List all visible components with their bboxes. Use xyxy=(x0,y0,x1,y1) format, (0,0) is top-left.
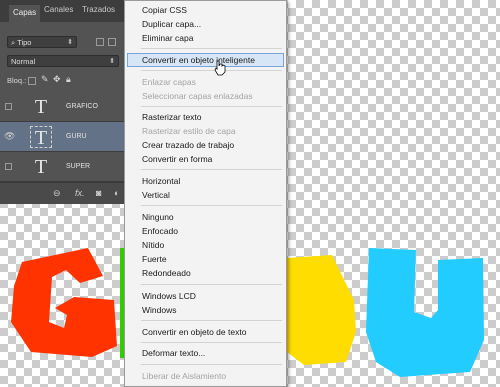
menu-separator xyxy=(141,169,282,170)
menu-item-windows[interactable]: Windows xyxy=(125,303,286,317)
blend-mode-select[interactable]: Normal ⬍ xyxy=(7,55,119,67)
menu-item-select-linked-layers[interactable]: Seleccionar capas enlazadas xyxy=(125,89,286,103)
letter-g-red xyxy=(11,248,117,357)
menu-item-horizontal[interactable]: Horizontal xyxy=(125,174,286,188)
fx-icon[interactable]: fx. xyxy=(75,188,85,198)
layer-row-guru[interactable]: 👁︎ T GURU xyxy=(0,122,127,152)
menu-item-antialias-crisp[interactable]: Nítido xyxy=(125,238,286,252)
filter-kind-select[interactable]: ⌕ Tipo ⬍ xyxy=(7,36,77,48)
layer-context-menu: Copiar CSS Duplicar capa... Eliminar cap… xyxy=(124,0,287,387)
layer-row-super[interactable]: T SUPER xyxy=(0,152,127,182)
menu-item-vertical[interactable]: Vertical xyxy=(125,188,286,202)
menu-item-convert-to-point-text[interactable]: Convertir en objeto de texto xyxy=(125,325,286,339)
tab-trazados[interactable]: Trazados xyxy=(82,5,115,14)
filter-kind-label: Tipo xyxy=(17,38,32,47)
menu-separator xyxy=(141,364,282,365)
text-layer-thumbnail-icon: T xyxy=(34,96,48,118)
filter-adjust-icon[interactable] xyxy=(108,38,116,46)
text-layer-thumbnail-icon: T xyxy=(30,126,52,149)
menu-separator xyxy=(141,320,282,321)
menu-item-release-isolation[interactable]: Liberar de Aislamiento xyxy=(125,369,286,383)
tab-canales[interactable]: Canales xyxy=(44,5,73,14)
layer-name[interactable]: GRAFICO xyxy=(66,103,98,110)
menu-item-create-work-path[interactable]: Crear trazado de trabajo xyxy=(125,138,286,152)
menu-item-antialias-none[interactable]: Ninguno xyxy=(125,210,286,224)
menu-item-antialias-smooth[interactable]: Redondeado xyxy=(125,266,286,280)
lock-all-icon[interactable]: 🔒︎ xyxy=(66,74,71,85)
lock-position-icon[interactable]: ✥ xyxy=(53,74,61,85)
visibility-toggle-off[interactable] xyxy=(5,163,12,170)
lock-label: Bloq.: xyxy=(7,76,27,85)
menu-item-delete-layer[interactable]: Eliminar capa xyxy=(125,31,286,45)
mouse-pointer-icon xyxy=(214,60,226,76)
menu-separator xyxy=(141,205,282,206)
adjustment-layer-icon[interactable]: ◐ xyxy=(114,188,119,198)
menu-separator xyxy=(141,106,282,107)
eye-icon[interactable]: 👁︎ xyxy=(4,132,15,141)
lock-transparency-icon[interactable] xyxy=(28,77,36,85)
menu-item-copy-css[interactable]: Copiar CSS xyxy=(125,3,286,17)
mask-icon[interactable]: ◙ xyxy=(96,188,101,198)
menu-separator xyxy=(141,284,282,285)
menu-item-convert-smart-object[interactable]: Convertir en objeto inteligente xyxy=(127,53,284,67)
menu-item-convert-to-shape[interactable]: Convertir en forma xyxy=(125,152,286,166)
menu-item-rasterize-layer-style[interactable]: Rasterizar estilo de capa xyxy=(125,124,286,138)
menu-item-rasterize-text[interactable]: Rasterizar texto xyxy=(125,110,286,124)
text-layer-thumbnail-icon: T xyxy=(34,156,48,178)
link-icon[interactable]: ⊖ xyxy=(53,188,61,199)
menu-item-antialias-sharp[interactable]: Enfocado xyxy=(125,224,286,238)
chevron-updown-icon: ⬍ xyxy=(109,58,115,65)
panel-tab-bar: Capas Canales Trazados xyxy=(0,0,127,22)
tab-capas[interactable]: Capas xyxy=(9,5,41,22)
letter-yellow-fragment xyxy=(287,255,356,365)
chevron-updown-icon: ⬍ xyxy=(67,39,73,46)
panel-footer: ⊖ fx. ◙ ◐ xyxy=(0,182,127,204)
layers-panel: Capas Canales Trazados ⌕ Tipo ⬍ Normal ⬍… xyxy=(0,0,128,204)
search-icon: ⌕ xyxy=(11,38,16,47)
letter-u-cyan xyxy=(366,248,484,377)
lock-paint-icon[interactable]: ✎ xyxy=(41,74,49,85)
menu-separator xyxy=(141,70,282,71)
menu-item-warp-text[interactable]: Deformar texto... xyxy=(125,346,286,360)
blend-mode-value: Normal xyxy=(11,57,36,66)
layer-name[interactable]: SUPER xyxy=(66,163,90,170)
layer-row-grafico[interactable]: T GRAFICO xyxy=(0,92,127,122)
layer-name[interactable]: GURU xyxy=(66,133,87,140)
menu-item-antialias-strong[interactable]: Fuerte xyxy=(125,252,286,266)
visibility-toggle-off[interactable] xyxy=(5,103,12,110)
menu-item-duplicate-layer[interactable]: Duplicar capa... xyxy=(125,17,286,31)
menu-separator xyxy=(141,342,282,343)
filter-pixel-icon[interactable] xyxy=(96,38,104,46)
menu-item-link-layers[interactable]: Enlazar capas xyxy=(125,75,286,89)
menu-item-windows-lcd[interactable]: Windows LCD xyxy=(125,289,286,303)
menu-separator xyxy=(141,48,282,49)
